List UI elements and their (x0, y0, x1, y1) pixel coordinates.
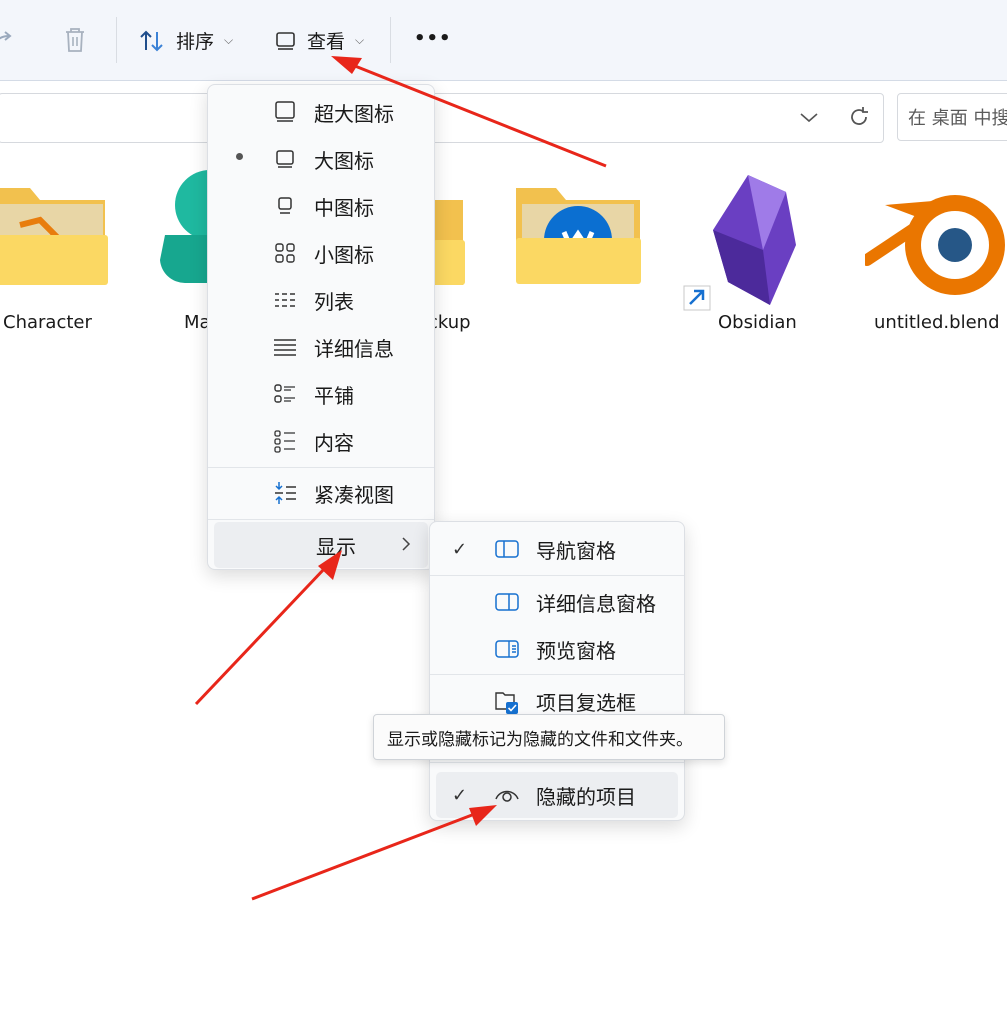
annotation-arrows (194, 56, 607, 901)
annotation-arrow (194, 550, 342, 706)
annotation-arrow (331, 56, 607, 168)
annotation-arrow (251, 805, 497, 901)
